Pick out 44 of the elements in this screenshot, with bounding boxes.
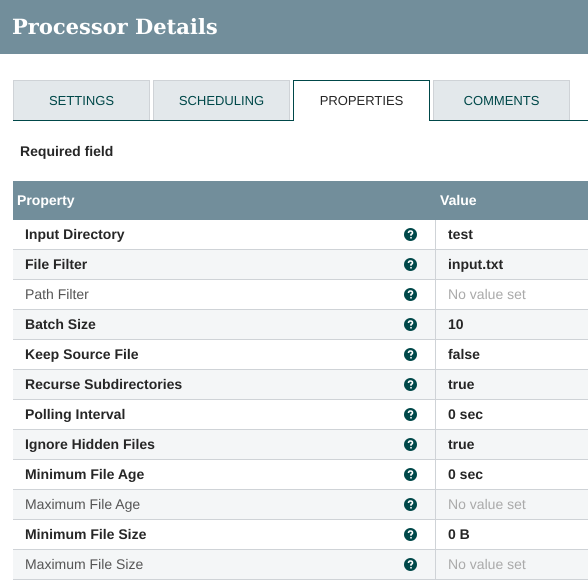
property-value: 0 B	[448, 525, 470, 544]
property-name: Maximum File Size	[25, 555, 144, 574]
property-value: 10	[448, 315, 464, 334]
property-value: No value set	[448, 495, 526, 514]
help-icon[interactable]	[404, 288, 417, 301]
help-icon[interactable]	[404, 378, 417, 391]
column-header: Value	[439, 191, 477, 210]
help-icon[interactable]	[404, 348, 417, 361]
help-icon[interactable]	[404, 438, 417, 451]
help-icon[interactable]	[404, 528, 417, 541]
property-name: Maximum File Age	[25, 495, 140, 514]
help-icon[interactable]	[404, 468, 417, 481]
help-icon[interactable]	[404, 558, 417, 571]
property-value: No value set	[448, 555, 526, 574]
column-header: Property	[16, 191, 76, 210]
property-value: true	[448, 375, 474, 394]
required-field-note: Required field	[20, 142, 114, 161]
help-icon[interactable]	[404, 228, 417, 241]
property-value: true	[448, 435, 474, 454]
help-icon[interactable]	[404, 498, 417, 511]
property-name: Batch Size	[25, 315, 96, 334]
property-name: Path Filter	[25, 285, 89, 304]
help-icon[interactable]	[404, 258, 417, 271]
property-value: test	[448, 225, 473, 244]
property-value: input.txt	[448, 255, 504, 274]
property-value: 0 sec	[448, 465, 484, 484]
property-name: Minimum File Age	[25, 465, 144, 484]
property-value: No value set	[448, 285, 526, 304]
window-title: Processor Details	[12, 13, 218, 42]
tab[interactable]: COMMENTS	[433, 80, 570, 120]
property-name: Keep Source File	[25, 345, 139, 364]
property-name: Input Directory	[25, 225, 125, 244]
property-name: Ignore Hidden Files	[25, 435, 155, 454]
property-name: Recurse Subdirectories	[25, 375, 182, 394]
property-value: false	[448, 345, 480, 364]
tab[interactable]: PROPERTIES	[293, 80, 430, 121]
property-name: File Filter	[25, 255, 88, 274]
tab[interactable]: SETTINGS	[13, 80, 150, 120]
property-name: Minimum File Size	[25, 525, 146, 544]
help-icon[interactable]	[404, 318, 417, 331]
tab[interactable]: SCHEDULING	[153, 80, 290, 120]
property-value: 0 sec	[448, 405, 484, 424]
help-icon[interactable]	[404, 408, 417, 421]
property-name: Polling Interval	[25, 405, 126, 424]
